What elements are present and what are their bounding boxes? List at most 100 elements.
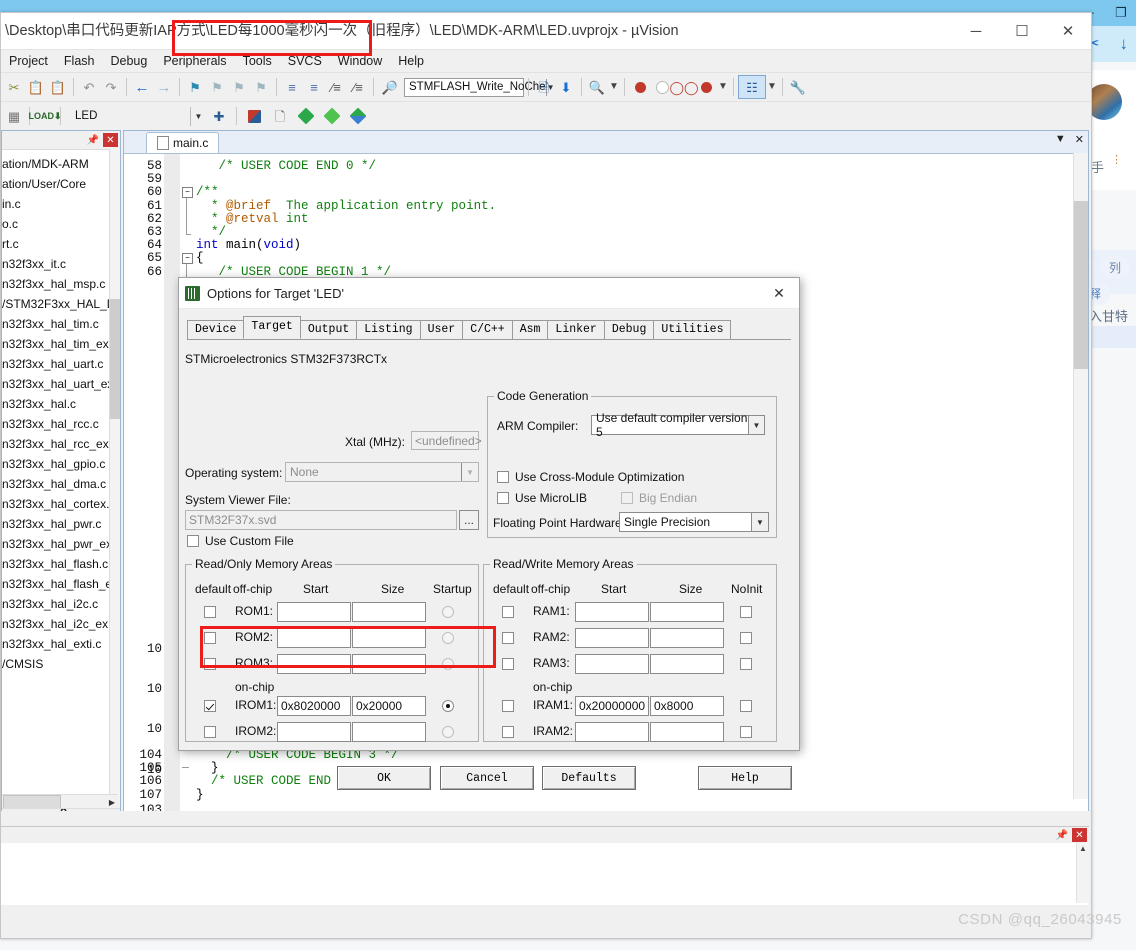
toolbar-primary[interactable]: ✂ 📋 📋 ↶ ↷ ← → ⚑ ⚑ ⚑ ⚑ ≡ ≡ ⁄≡ ⁄≡ 🔎 STMFLA… (1, 72, 1091, 101)
noinit-checkbox[interactable] (740, 632, 752, 644)
start-input[interactable]: 0x20000000 (575, 696, 649, 716)
startup-radio[interactable] (442, 606, 454, 618)
dialog-tab-linker[interactable]: Linker (547, 320, 605, 339)
default-checkbox[interactable] (502, 632, 514, 644)
dialog-tabs[interactable]: Device Target Output Listing User C/C++ Asm Lin… (179, 316, 799, 339)
close-icon[interactable]: ✕ (1075, 133, 1084, 146)
tab-main-c[interactable]: main.c (146, 132, 220, 153)
scrollbar-thumb[interactable] (1074, 201, 1088, 369)
size-input[interactable] (352, 722, 426, 742)
menu-window[interactable]: Window (330, 52, 390, 70)
use-custom-file-checkbox[interactable] (187, 535, 199, 547)
tree-item[interactable]: n32f3xx_hal_flash_ex.c (2, 574, 120, 594)
code-line[interactable]: } (196, 788, 204, 802)
manage-project-icon[interactable] (319, 105, 345, 127)
target-options-icon[interactable]: ✚ (206, 105, 232, 127)
download-icon[interactable]: ↓ (1120, 34, 1129, 54)
size-input[interactable] (352, 628, 426, 648)
startup-radio[interactable] (442, 632, 454, 644)
configure-icon[interactable]: 🔧 (787, 76, 809, 98)
debug-file-icon[interactable]: 🗎 (533, 76, 555, 98)
noinit-checkbox[interactable] (740, 606, 752, 618)
menu-svcs[interactable]: SVCS (280, 52, 330, 70)
tree-item[interactable]: n32f3xx_hal_pwr.c (2, 514, 120, 534)
default-checkbox[interactable] (204, 700, 216, 712)
output-scrollbar-vertical[interactable]: ▲ (1076, 843, 1089, 903)
tree-item[interactable]: n32f3xx_hal_msp.c (2, 274, 120, 294)
scrollbar-thumb[interactable] (110, 299, 120, 419)
noinit-checkbox[interactable] (740, 726, 752, 738)
pin-icon[interactable]: 📌 (1052, 830, 1072, 841)
size-input[interactable] (650, 722, 724, 742)
code-line[interactable]: /* USER CODE END 0 */ (196, 159, 377, 173)
default-checkbox[interactable] (502, 606, 514, 618)
system-viewer-file-input[interactable]: STM32F37x.svd (185, 510, 457, 530)
default-checkbox[interactable] (502, 726, 514, 738)
minimize-button[interactable]: ─ (953, 13, 999, 49)
pack-installer-icon[interactable] (293, 105, 319, 127)
fold-toggle-icon[interactable]: − (182, 187, 193, 199)
start-input[interactable] (575, 602, 649, 622)
size-input[interactable]: 0x8000 (650, 696, 724, 716)
find-combo[interactable]: STMFLASH_Write_NoChe ▼ (404, 77, 555, 97)
tree-item[interactable]: in.c (2, 194, 120, 214)
copy-icon[interactable]: 📋 (25, 76, 47, 98)
browser-more-icon[interactable]: ⋮ (1111, 153, 1122, 166)
bookmark-clear-icon[interactable]: ⚑ (250, 76, 272, 98)
project-tree[interactable]: ation/MDK-ARM ation/User/Core in.c o.c rt.c n… (2, 150, 120, 814)
code-line[interactable]: /** (196, 185, 219, 199)
editor-scrollbar-vertical[interactable] (1073, 153, 1088, 799)
browser-restore-icon[interactable]: ❐ (1112, 0, 1130, 26)
chevron-up-icon[interactable]: ▲ (1077, 843, 1089, 855)
toolbar-secondary[interactable]: ▦ LOAD⬇ LED ▼ ✚ 🗋 (1, 101, 1091, 130)
dialog-tab-device[interactable]: Device (187, 320, 245, 339)
redo-icon[interactable]: ↷ (100, 76, 122, 98)
kill-breakpoints-icon[interactable] (695, 76, 717, 98)
default-checkbox[interactable] (204, 658, 216, 670)
tree-item[interactable]: rt.c (2, 234, 120, 254)
size-input[interactable] (352, 654, 426, 674)
start-input[interactable] (575, 722, 649, 742)
tree-item[interactable]: n32f3xx_it.c (2, 254, 120, 274)
tree-item[interactable]: n32f3xx_hal_uart.c (2, 354, 120, 374)
default-checkbox[interactable] (502, 700, 514, 712)
tree-item[interactable]: /CMSIS (2, 654, 120, 674)
tree-item[interactable]: n32f3xx_hal_tim_ex.c (2, 334, 120, 354)
build-target-icon[interactable]: ▦ (3, 105, 25, 127)
size-input[interactable] (650, 654, 724, 674)
default-checkbox[interactable] (204, 726, 216, 738)
close-icon[interactable]: ✕ (1072, 828, 1087, 842)
dialog-tab-user[interactable]: User (419, 320, 464, 339)
editor-tab-controls[interactable]: ▼ ✕ (1055, 133, 1084, 146)
code-line[interactable]: int main(void) (196, 238, 301, 252)
close-icon[interactable]: ✕ (103, 133, 118, 147)
project-target-combo[interactable]: LED ▼ (71, 106, 206, 126)
back-icon[interactable]: ← (131, 76, 153, 98)
batch-build-icon[interactable]: 🗋 (267, 105, 293, 127)
menu-debug[interactable]: Debug (102, 52, 155, 70)
start-input[interactable] (277, 722, 351, 742)
paste-icon[interactable]: 📋 (47, 76, 69, 98)
maximize-button[interactable]: ☐ (999, 13, 1045, 49)
size-input[interactable] (650, 602, 724, 622)
operating-system-combo[interactable]: None ▼ (285, 462, 479, 482)
cut-icon[interactable]: ✂ (3, 76, 25, 98)
pin-icon[interactable]: 📌 (83, 135, 103, 146)
code-line[interactable]: */ (196, 225, 226, 239)
system-viewer-browse-button[interactable]: ... (459, 510, 479, 530)
tree-item[interactable]: /STM32F3xx_HAL_Driv (2, 294, 120, 314)
noinit-checkbox[interactable] (740, 658, 752, 670)
menu-peripherals[interactable]: Peripherals (155, 52, 234, 70)
tree-item[interactable]: n32f3xx_hal_flash.c (2, 554, 120, 574)
tree-item[interactable]: n32f3xx_hal_exti.c (2, 634, 120, 654)
tree-item[interactable]: ation/MDK-ARM (2, 154, 120, 174)
uncomment-icon[interactable]: ⁄≡ (347, 76, 369, 98)
chevron-down-icon[interactable]: ▼ (751, 513, 768, 531)
start-input[interactable] (575, 654, 649, 674)
dialog-close-button[interactable]: ✕ (759, 278, 799, 308)
defaults-button[interactable]: Defaults (542, 766, 636, 790)
tree-item[interactable]: n32f3xx_hal_i2c_ex.c (2, 614, 120, 634)
default-checkbox[interactable] (204, 606, 216, 618)
find-icon[interactable]: 🔍 (586, 76, 608, 98)
forward-icon[interactable]: → (153, 76, 175, 98)
